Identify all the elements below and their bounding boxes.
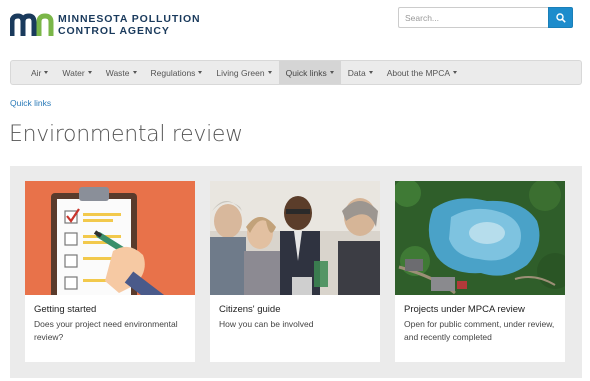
- nav-item-waste[interactable]: Waste: [99, 61, 144, 84]
- card-description: Does your project need environmental rev…: [34, 319, 178, 342]
- card-description: How you can be involved: [219, 319, 314, 329]
- caret-down-icon: [329, 71, 334, 74]
- nav-item-air[interactable]: Air: [24, 61, 55, 84]
- search-icon: [555, 12, 566, 23]
- card-section: Getting started Does your project need e…: [10, 166, 582, 378]
- main-nav: Air Water Waste Regulations Living Green…: [10, 60, 582, 85]
- logo-line-2: CONTROL AGENCY: [58, 25, 170, 37]
- logo-line-1: MINNESOTA POLLUTION: [58, 13, 201, 25]
- card-description: Open for public comment, under review, a…: [404, 319, 555, 342]
- nav-item-label: Regulations: [150, 67, 196, 78]
- card-getting-started[interactable]: Getting started Does your project need e…: [25, 181, 195, 362]
- caret-down-icon: [132, 71, 137, 74]
- clipboard-checklist-image: [25, 181, 195, 295]
- nav-item-data[interactable]: Data: [341, 61, 380, 84]
- card-title: Projects under MPCA review: [404, 304, 525, 315]
- nav-item-label: Quick links: [285, 67, 327, 78]
- mn-logo-mark: [9, 12, 54, 38]
- aerial-lake-photo: [395, 181, 565, 295]
- nav-item-label: About the MPCA: [386, 67, 450, 78]
- search-input[interactable]: [398, 7, 548, 28]
- nav-item-living-green[interactable]: Living Green: [209, 61, 278, 84]
- nav-item-regulations[interactable]: Regulations: [144, 61, 210, 84]
- caret-down-icon: [453, 71, 457, 74]
- card-title: Citizens' guide: [219, 304, 281, 315]
- breadcrumb-quick-links[interactable]: Quick links: [10, 98, 51, 108]
- nav-item-about[interactable]: About the MPCA: [380, 61, 464, 84]
- nav-item-label: Data: [347, 67, 366, 78]
- caret-down-icon: [198, 71, 203, 74]
- caret-down-icon: [44, 71, 49, 74]
- card-title: Getting started: [34, 304, 97, 315]
- logo-wordmark: MINNESOTA POLLUTION CONTROL AGENCY: [58, 13, 201, 37]
- caret-down-icon: [87, 71, 92, 74]
- search-form: [398, 7, 573, 28]
- nav-item-water[interactable]: Water: [55, 61, 98, 84]
- nav-item-label: Air: [31, 67, 42, 78]
- page-title: Environmental review: [9, 122, 243, 147]
- caret-down-icon: [267, 71, 272, 74]
- card-citizens-guide[interactable]: Citizens' guide How you can be involved: [210, 181, 380, 362]
- caret-down-icon: [368, 71, 373, 74]
- card-projects-under-review[interactable]: Projects under MPCA review Open for publ…: [395, 181, 565, 362]
- nav-item-label: Living Green: [216, 67, 265, 78]
- search-button[interactable]: [548, 7, 573, 28]
- mpca-logo[interactable]: MINNESOTA POLLUTION CONTROL AGENCY: [9, 12, 201, 38]
- public-meeting-photo: [210, 181, 380, 295]
- nav-item-quick-links[interactable]: Quick links: [278, 61, 341, 84]
- nav-item-label: Waste: [105, 67, 130, 78]
- nav-item-label: Water: [62, 67, 85, 78]
